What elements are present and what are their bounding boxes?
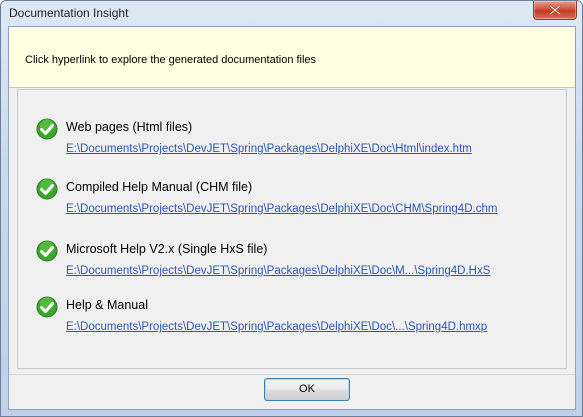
- result-item-title: Help & Manual: [66, 298, 148, 312]
- result-item-link[interactable]: E:\Documents\Projects\DevJET\Spring\Pack…: [66, 203, 497, 215]
- check-icon: [36, 296, 58, 318]
- result-item-title: Microsoft Help V2.x (Single HxS file): [66, 242, 268, 256]
- check-icon: [36, 118, 58, 140]
- check-icon: [36, 178, 58, 200]
- dialog-client-area: Click hyperlink to explore the generated…: [8, 26, 576, 410]
- result-item-title: Web pages (Html files): [66, 120, 193, 134]
- instruction-text: Click hyperlink to explore the generated…: [25, 54, 317, 66]
- ok-button[interactable]: OK: [264, 378, 350, 401]
- check-icon: [36, 240, 58, 262]
- results-panel: Web pages (Html files) E:\Documents\Proj…: [17, 89, 567, 369]
- result-item-title: Compiled Help Manual (CHM file): [66, 180, 253, 194]
- close-icon: [549, 5, 561, 15]
- result-item-link[interactable]: E:\Documents\Projects\DevJET\Spring\Pack…: [66, 321, 487, 333]
- dialog-window: Documentation Insight Click hyperlink to…: [0, 0, 583, 417]
- result-item-link[interactable]: E:\Documents\Projects\DevJET\Spring\Pack…: [66, 265, 490, 277]
- close-button[interactable]: [533, 1, 577, 20]
- footer-divider: [9, 374, 575, 375]
- title-bar[interactable]: Documentation Insight: [1, 1, 582, 25]
- instruction-panel: Click hyperlink to explore the generated…: [9, 27, 575, 88]
- result-item-link[interactable]: E:\Documents\Projects\DevJET\Spring\Pack…: [66, 143, 472, 155]
- window-title: Documentation Insight: [9, 6, 129, 20]
